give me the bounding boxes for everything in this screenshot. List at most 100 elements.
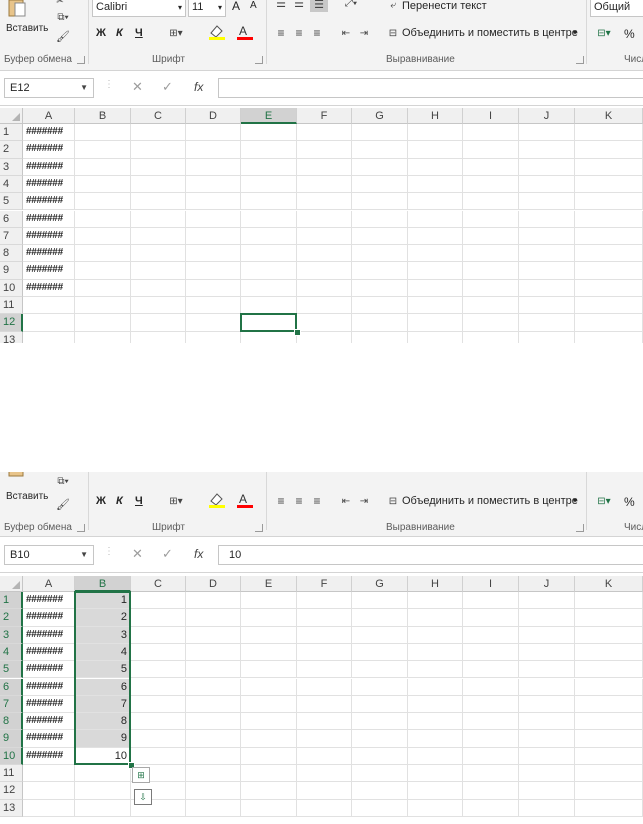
cell-e7[interactable] (241, 227, 297, 246)
cell-a6[interactable]: ####### (23, 678, 75, 696)
confirm-icon[interactable]: ✓ (162, 546, 173, 562)
paste-icon[interactable] (6, 472, 28, 478)
cell-f2[interactable] (297, 141, 352, 159)
cell-h11[interactable] (408, 297, 463, 315)
row-header[interactable]: 2 (0, 141, 23, 159)
cell-h7[interactable] (408, 695, 463, 714)
cell-h6[interactable] (408, 210, 463, 228)
cell-i12[interactable] (463, 782, 519, 800)
cell-g4[interactable] (352, 175, 408, 194)
cell-d1[interactable] (186, 592, 241, 610)
cell-c3[interactable] (131, 158, 186, 176)
copy-icon[interactable]: ⧉▾ (52, 10, 74, 24)
cell-a4[interactable]: ####### (23, 643, 75, 662)
cell-e6[interactable] (241, 210, 297, 228)
cell-j2[interactable] (519, 609, 575, 627)
cell-g3[interactable] (352, 626, 408, 644)
italic-button[interactable]: К (116, 495, 123, 507)
cell-h8[interactable] (408, 713, 463, 731)
cell-b11[interactable] (75, 765, 131, 783)
cell-d5[interactable] (186, 193, 241, 211)
cell-c4[interactable] (131, 175, 186, 194)
cell-j1[interactable] (519, 592, 575, 610)
paste-icon[interactable] (6, 0, 28, 18)
cell-b13[interactable] (75, 331, 131, 343)
cell-k5[interactable] (575, 193, 643, 211)
cell-e2[interactable] (241, 141, 297, 159)
merge-center-button[interactable]: Объединить и поместить в центре (402, 495, 578, 507)
row-header[interactable]: 12 (0, 314, 23, 332)
clipboard-launcher-icon[interactable] (77, 56, 85, 64)
cell-k3[interactable] (575, 626, 643, 644)
underline-button[interactable]: Ч (135, 495, 143, 507)
cell-a7[interactable]: ####### (23, 227, 75, 246)
cell-g8[interactable] (352, 245, 408, 263)
shrink-font-button[interactable]: A (250, 0, 257, 11)
cell-f3[interactable] (297, 158, 352, 176)
cell-k9[interactable] (575, 262, 643, 280)
cell-i10[interactable] (463, 279, 519, 297)
cell-g6[interactable] (352, 678, 408, 696)
cell-a11[interactable] (23, 765, 75, 783)
cell-g12[interactable] (352, 314, 408, 332)
cell-c1[interactable] (131, 592, 186, 610)
cancel-icon[interactable]: ✕ (132, 546, 143, 562)
cell-j3[interactable] (519, 158, 575, 176)
cell-i11[interactable] (463, 765, 519, 783)
cell-j6[interactable] (519, 678, 575, 696)
cell-f7[interactable] (297, 695, 352, 714)
cell-b6[interactable]: 6 (75, 678, 131, 696)
cell-e1[interactable] (241, 124, 297, 142)
cell-b2[interactable] (75, 141, 131, 159)
cell-k6[interactable] (575, 678, 643, 696)
cell-d2[interactable] (186, 141, 241, 159)
font-size-select[interactable]: 11 ▾ (188, 0, 226, 17)
cell-k4[interactable] (575, 175, 643, 194)
column-header-b[interactable]: B (75, 576, 131, 592)
format-painter-icon[interactable]: 🖌 (56, 498, 70, 511)
cell-a11[interactable] (23, 297, 75, 315)
cell-k9[interactable] (575, 730, 643, 748)
borders-icon[interactable]: ⊞▾ (165, 25, 187, 41)
cell-e2[interactable] (241, 609, 297, 627)
cell-c1[interactable] (131, 124, 186, 142)
decrease-indent-icon[interactable]: ⇤ (338, 494, 354, 508)
cell-d8[interactable] (186, 713, 241, 731)
cell-e10[interactable] (241, 747, 297, 765)
cell-k2[interactable] (575, 609, 643, 627)
cell-b11[interactable] (75, 297, 131, 315)
cell-f1[interactable] (297, 124, 352, 142)
cell-d4[interactable] (186, 175, 241, 194)
cell-j13[interactable] (519, 799, 575, 817)
cell-a9[interactable]: ####### (23, 730, 75, 748)
cell-j12[interactable] (519, 782, 575, 800)
cell-f13[interactable] (297, 799, 352, 817)
cell-i13[interactable] (463, 799, 519, 817)
row-header[interactable]: 7 (0, 695, 23, 714)
cell-i5[interactable] (463, 661, 519, 679)
cell-i7[interactable] (463, 695, 519, 714)
row-header[interactable]: 6 (0, 210, 23, 228)
cell-a1[interactable]: ####### (23, 124, 75, 142)
cell-e4[interactable] (241, 175, 297, 194)
cell-g8[interactable] (352, 713, 408, 731)
confirm-icon[interactable]: ✓ (162, 79, 173, 95)
worksheet-grid[interactable]: A B C D E F G H I J K 1 ####### 2 ####### 3 ####### 4 ####… (0, 108, 643, 343)
cell-a8[interactable]: ####### (23, 245, 75, 263)
cell-i3[interactable] (463, 626, 519, 644)
cell-h9[interactable] (408, 262, 463, 280)
number-format-select[interactable]: Общий (590, 0, 643, 17)
row-header[interactable]: 9 (0, 730, 23, 748)
cell-e11[interactable] (241, 297, 297, 315)
cell-f6[interactable] (297, 210, 352, 228)
cell-e11[interactable] (241, 765, 297, 783)
align-center-icon[interactable]: ≡ (292, 494, 306, 508)
cell-k12[interactable] (575, 782, 643, 800)
cell-f10[interactable] (297, 279, 352, 297)
column-header-h[interactable]: H (408, 576, 463, 592)
cell-k1[interactable] (575, 124, 643, 142)
cell-c8[interactable] (131, 713, 186, 731)
cell-j10[interactable] (519, 747, 575, 765)
cell-c9[interactable] (131, 262, 186, 280)
cell-i1[interactable] (463, 592, 519, 610)
